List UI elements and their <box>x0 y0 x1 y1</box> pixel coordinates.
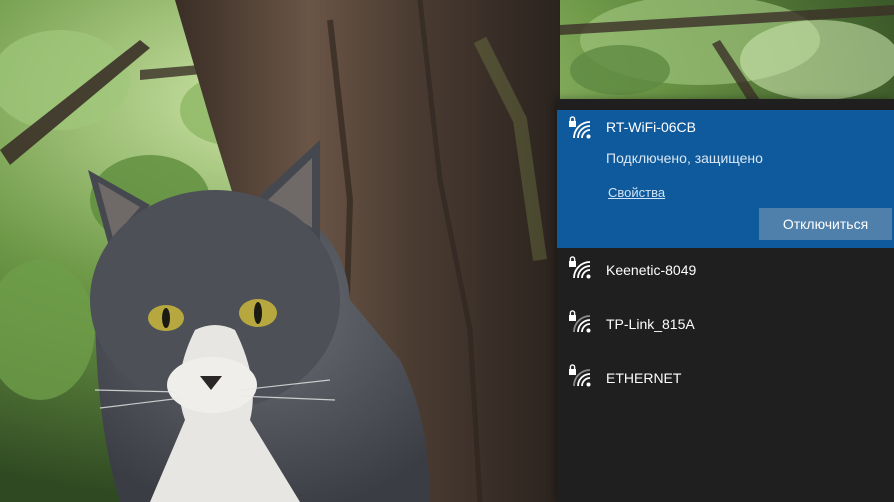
properties-link[interactable]: Свойства <box>608 185 665 200</box>
desktop: RT-WiFi-06CB Подключено, защищено Свойст… <box>0 0 894 502</box>
wifi-secured-icon <box>568 256 594 282</box>
wifi-secured-icon <box>568 116 594 142</box>
network-name: ETHERNET <box>606 370 682 386</box>
connected-network-name: RT-WiFi-06CB <box>606 119 696 135</box>
connection-status: Подключено, защищено <box>606 150 763 166</box>
wifi-secured-icon <box>568 364 594 390</box>
disconnect-button[interactable]: Отключиться <box>759 208 892 240</box>
network-name: TP-Link_815A <box>606 316 695 332</box>
connected-network[interactable]: RT-WiFi-06CB Подключено, защищено Свойст… <box>557 110 894 248</box>
wifi-secured-icon <box>568 310 594 336</box>
network-name: Keenetic-8049 <box>606 262 697 278</box>
network-item-keenetic[interactable]: Keenetic-8049 <box>557 249 894 301</box>
wifi-flyout: RT-WiFi-06CB Подключено, защищено Свойст… <box>557 99 894 502</box>
network-item-ethernet[interactable]: ETHERNET <box>557 357 894 409</box>
network-item-tplink[interactable]: TP-Link_815A <box>557 303 894 355</box>
